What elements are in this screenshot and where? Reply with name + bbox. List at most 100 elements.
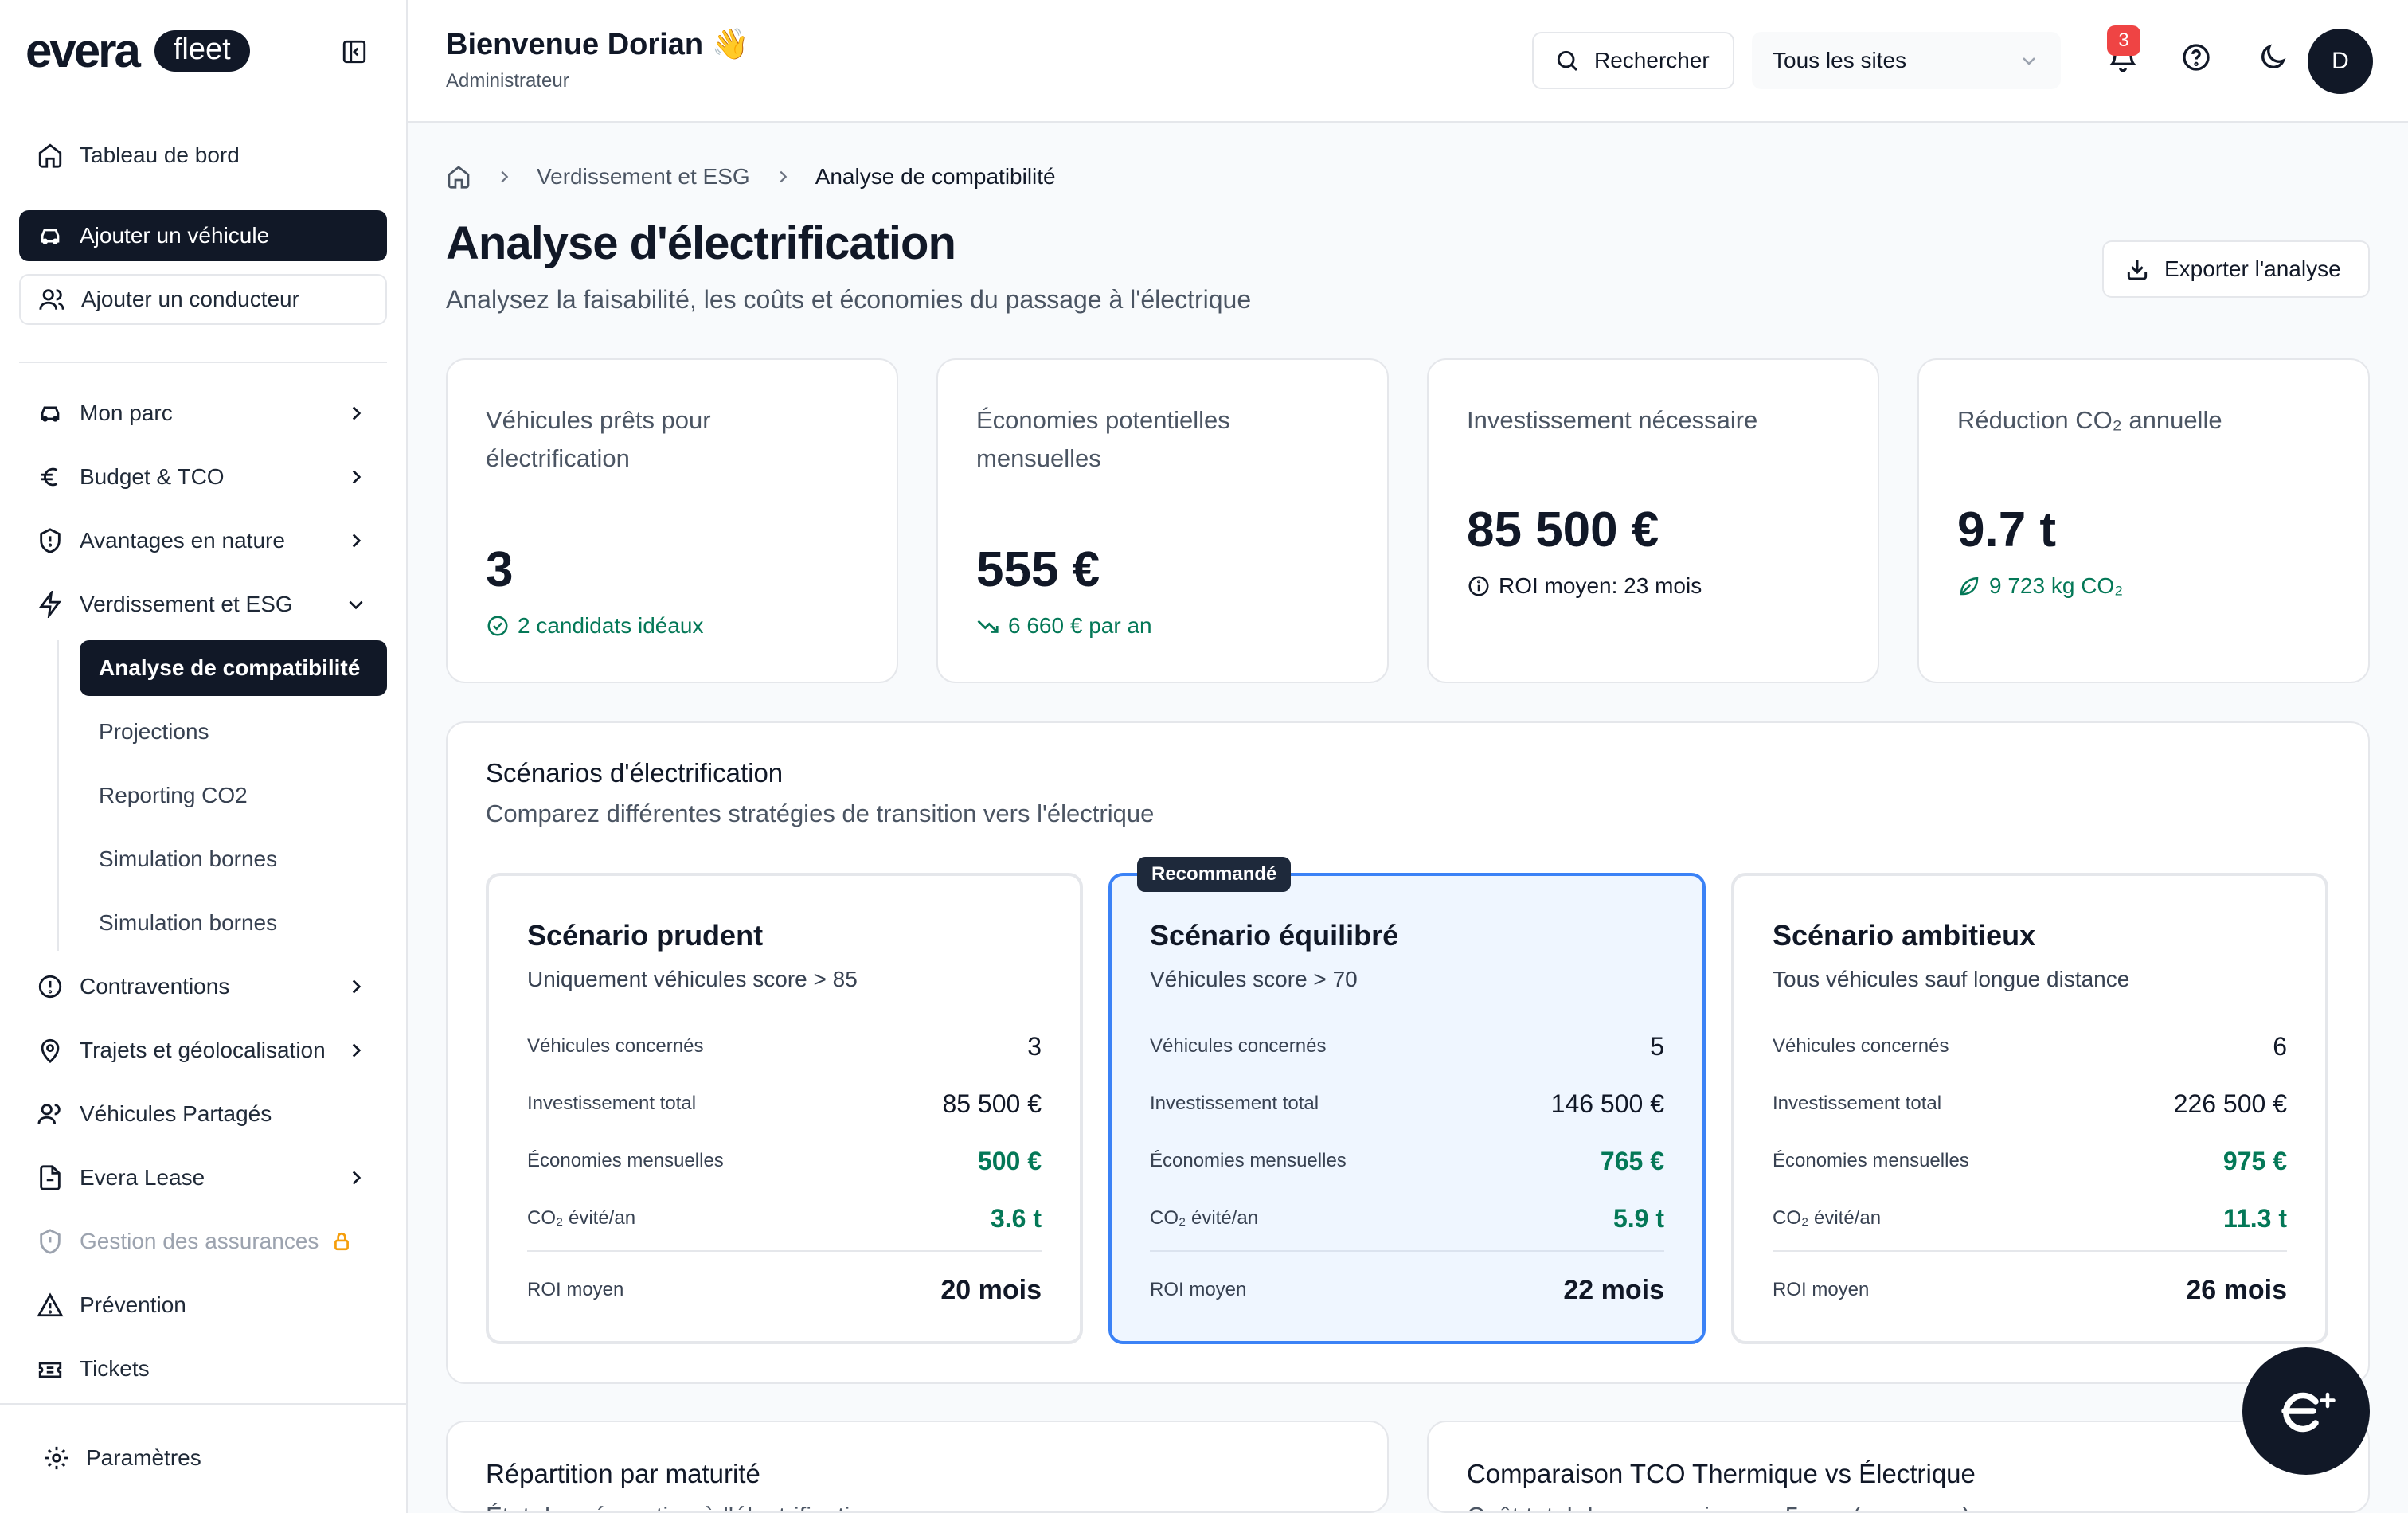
scenario-name: Scénario prudent [527,919,764,952]
subitem-projections[interactable]: Projections [80,704,387,760]
scenario-row-co2: CO₂ évité/an 5.9 t [1150,1202,1664,1234]
ticket-icon [38,1362,62,1378]
users-icon [37,1104,61,1124]
row-label: Véhicules concernés [1150,1035,1327,1057]
tco-comparison-card: Comparaison TCO Thermique vs Électrique … [1427,1421,2370,1513]
maturity-breakdown-card: Répartition par maturité État de prépara… [446,1421,1389,1513]
scenario-row-roi: ROI moyen 20 mois [527,1274,1042,1306]
subitem-simulation-bornes[interactable]: Simulation bornes [80,831,387,887]
row-label: CO₂ évité/an [1150,1207,1259,1229]
avatar[interactable]: D [2308,29,2373,94]
row-value: 975 € [2222,1146,2287,1175]
help-icon[interactable] [2180,41,2212,73]
brand-logo[interactable]: evera fleet [25,27,250,75]
scenario-description: Tous véhicules sauf longue distance [1773,967,2130,991]
sidebar-item-tickets[interactable]: Tickets [19,1341,387,1397]
home-icon [38,143,62,168]
breadcrumb-section[interactable]: Verdissement et ESG [537,164,750,190]
sidebar-item-settings[interactable]: Paramètres [25,1430,376,1486]
sidebar-item-label: Tickets [80,1356,150,1381]
export-analysis-button[interactable]: Exporter l'analyse [2102,240,2370,298]
add-driver-label: Ajouter un conducteur [81,287,299,311]
leaf-icon [1960,577,1979,596]
chevron-right-icon [501,170,509,183]
sidebar-item-budget-tco[interactable]: Budget & TCO [19,449,387,505]
sidebar-item-trajets[interactable]: Trajets et géolocalisation [19,1022,387,1078]
sidebar-item-mon-parc[interactable]: Mon parc [19,385,387,441]
row-label: Économies mensuelles [1773,1150,1969,1171]
kpi-label: Investissement nécessaire [1467,406,1758,434]
page-subtitle: Analysez la faisabilité, les coûts et éc… [446,285,1252,314]
sidebar-item-dashboard[interactable]: Tableau de bord [19,127,387,183]
sidebar-item-verdissement[interactable]: Verdissement et ESG [19,577,387,632]
kpi-value: 555 € [976,542,1100,597]
add-vehicle-button[interactable]: Ajouter un véhicule [19,210,387,261]
brand-badge: fleet [154,30,250,72]
site-select-value: Tous les sites [1773,48,1907,72]
home-icon[interactable] [446,164,471,190]
row-value: 5 [1650,1031,1664,1061]
row-value: 6 [2273,1031,2287,1061]
sidebar-item-avantages[interactable]: Avantages en nature [19,513,387,569]
search-button[interactable]: Rechercher [1532,32,1734,89]
row-label: Investissement total [527,1093,697,1114]
info-icon [1468,576,1489,596]
sidebar-item-contraventions[interactable]: Contraventions [19,959,387,1015]
sidebar-item-evera-lease[interactable]: Evera Lease [19,1150,387,1206]
scenario-card-prudent[interactable]: Scénario prudent Uniquement véhicules sc… [486,873,1083,1344]
assistant-fab-button[interactable] [2242,1347,2370,1475]
kpi-card-investment: Investissement nécessaire 85 500 € ROI m… [1427,358,1879,683]
chevron-right-icon [352,470,362,484]
gear-icon [45,1446,68,1470]
recommended-badge: Recommandé [1137,857,1292,892]
subitem-reporting-co2[interactable]: Reporting CO2 [80,768,387,823]
euro-icon [41,467,58,487]
row-value: 146 500 € [1550,1089,1664,1118]
card-subtitle: Coût total de possession sur 5 ans (moye… [1467,1502,1970,1511]
scenario-description: Véhicules score > 70 [1150,967,1358,991]
subitem-simulation-bornes-2[interactable]: Simulation bornes [80,895,387,951]
sidebar-item-label: Evera Lease [80,1165,205,1190]
subitem-label: Simulation bornes [99,846,278,871]
sidebar-item-vehicules-partages[interactable]: Véhicules Partagés [19,1086,387,1142]
breadcrumb: Verdissement et ESG Analyse de compatibi… [446,159,1056,194]
map-pin-icon [41,1038,60,1064]
sidebar-divider [0,1403,408,1405]
page-title: Analyse d'électrification [446,217,956,269]
row-divider [1150,1250,1664,1252]
sidebar-item-assurances: Gestion des assurances [19,1214,387,1269]
subitem-analyse-compatibilite[interactable]: Analyse de compatibilité [80,640,387,696]
row-value: 22 mois [1563,1274,1664,1305]
site-select[interactable]: Tous les sites [1752,32,2061,89]
chevron-down-icon [2023,57,2035,65]
card-subtitle: État de préparation à l'électrification [486,1502,878,1511]
kpi-label: Économies potentielles mensuelles [976,406,1230,472]
kpi-foot-text: ROI moyen: 23 mois [1499,573,1702,598]
sidebar-item-label: Trajets et géolocalisation [80,1038,326,1062]
scenario-row-savings: Économies mensuelles 765 € [1150,1145,1664,1177]
kpi-foot-text: 6 660 € par an [1008,613,1152,638]
sidebar-item-prevention[interactable]: Prévention [19,1277,387,1333]
sidebar-item-label: Gestion des assurances [80,1229,319,1253]
sidebar-item-label: Prévention [80,1292,186,1317]
row-label: Véhicules concernés [1773,1035,1949,1057]
search-label: Rechercher [1594,48,1710,72]
row-value: 11.3 t [2222,1203,2287,1233]
row-label: ROI moyen [1150,1279,1247,1300]
chevron-right-icon [780,170,787,183]
add-driver-button[interactable]: Ajouter un conducteur [19,274,387,325]
chevron-right-icon [352,979,362,994]
chevron-right-icon [352,1043,362,1058]
subitem-label: Projections [99,719,209,744]
row-value: 765 € [1600,1146,1664,1175]
sidebar-item-label: Mon parc [80,401,173,425]
sidebar-item-label: Verdissement et ESG [80,592,293,616]
settings-label: Paramètres [86,1445,201,1470]
moon-icon[interactable] [2257,41,2289,73]
sidebar-collapse-icon[interactable] [341,38,368,65]
row-label: Investissement total [1150,1093,1319,1114]
subitem-label: Reporting CO2 [99,783,248,807]
scenario-card-equilibre[interactable]: Recommandé Scénario équilibré Véhicules … [1108,857,1706,1344]
row-label: ROI moyen [1773,1279,1870,1300]
scenario-card-ambitieux[interactable]: Scénario ambitieux Tous véhicules sauf l… [1731,873,2328,1344]
